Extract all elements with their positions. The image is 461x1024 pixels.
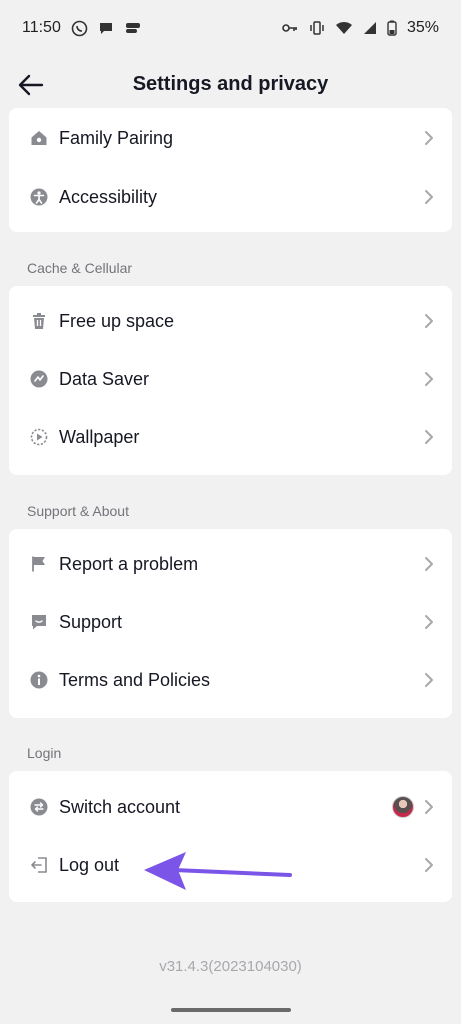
app-version: v31.4.3(2023104030) — [159, 958, 302, 975]
menu-item-label: Log out — [59, 854, 120, 875]
menu-item-label: Wallpaper — [59, 426, 140, 447]
whatsapp-icon — [71, 20, 88, 37]
header: Settings and privacy — [0, 56, 461, 112]
back-arrow-icon — [18, 74, 44, 96]
menu-item-label: Free up space — [59, 310, 175, 331]
home-icon — [29, 128, 49, 148]
app-notification-icon — [124, 20, 142, 36]
menu-item-free-up-space[interactable]: Free up space — [9, 292, 452, 350]
avatar — [392, 796, 414, 818]
settings-card-top: Family Pairing Accessibility — [9, 108, 452, 232]
menu-item-label: Terms and Policies — [59, 669, 211, 690]
chat-bubble-icon — [98, 20, 114, 36]
chevron-right-icon — [425, 314, 433, 328]
menu-item-accessibility[interactable]: Accessibility — [9, 168, 452, 226]
chat-icon — [29, 612, 49, 632]
info-icon — [29, 670, 49, 690]
page-title: Settings and privacy — [132, 72, 329, 95]
settings-card-support: Report a problem Support Terms and Polic… — [9, 529, 452, 718]
home-indicator[interactable] — [171, 1008, 291, 1012]
menu-item-label: Data Saver — [59, 368, 150, 389]
vibrate-icon — [309, 20, 325, 36]
menu-item-report-problem[interactable]: Report a problem — [9, 535, 452, 593]
menu-item-family-pairing[interactable]: Family Pairing — [9, 108, 452, 168]
key-icon — [281, 21, 299, 35]
chevron-right-icon — [425, 190, 433, 204]
section-title-login: Login — [27, 745, 62, 761]
status-time: 11:50 — [22, 19, 61, 36]
menu-item-support[interactable]: Support — [9, 593, 452, 651]
chevron-right-icon — [425, 673, 433, 687]
menu-item-switch-account[interactable]: Switch account — [9, 778, 452, 836]
chevron-right-icon — [425, 372, 433, 386]
menu-item-wallpaper[interactable]: Wallpaper — [9, 408, 452, 466]
annotation-arrow-icon — [144, 852, 292, 890]
menu-item-data-saver[interactable]: Data Saver — [9, 350, 452, 408]
chevron-right-icon — [425, 430, 433, 444]
chevron-right-icon — [425, 615, 433, 629]
accessibility-icon — [29, 187, 49, 207]
back-button[interactable] — [16, 70, 46, 100]
data-saver-icon — [29, 369, 49, 389]
flag-icon — [29, 554, 49, 574]
section-title-cache: Cache & Cellular — [27, 260, 133, 276]
settings-card-cache: Free up space Data Saver Wallpaper — [9, 286, 452, 475]
chevron-right-icon — [425, 557, 433, 571]
chevron-right-icon — [425, 131, 433, 145]
menu-item-label: Family Pairing — [59, 127, 174, 148]
menu-item-label: Switch account — [59, 796, 181, 817]
wifi-icon — [335, 21, 353, 35]
menu-item-label: Report a problem — [59, 553, 199, 574]
battery-icon — [387, 20, 397, 36]
menu-item-terms-policies[interactable]: Terms and Policies — [9, 651, 452, 709]
switch-icon — [29, 797, 49, 817]
status-bar: 11:50 35% — [0, 0, 461, 56]
menu-item-label: Accessibility — [59, 186, 158, 207]
chevron-right-icon — [425, 800, 433, 814]
chevron-right-icon — [425, 858, 433, 872]
logout-icon — [29, 855, 49, 875]
wallpaper-icon — [29, 427, 49, 447]
trash-icon — [29, 311, 49, 331]
battery-percent: 35% — [406, 19, 439, 36]
section-title-support: Support & About — [27, 503, 129, 519]
signal-icon — [363, 21, 377, 35]
menu-item-label: Support — [59, 611, 123, 632]
